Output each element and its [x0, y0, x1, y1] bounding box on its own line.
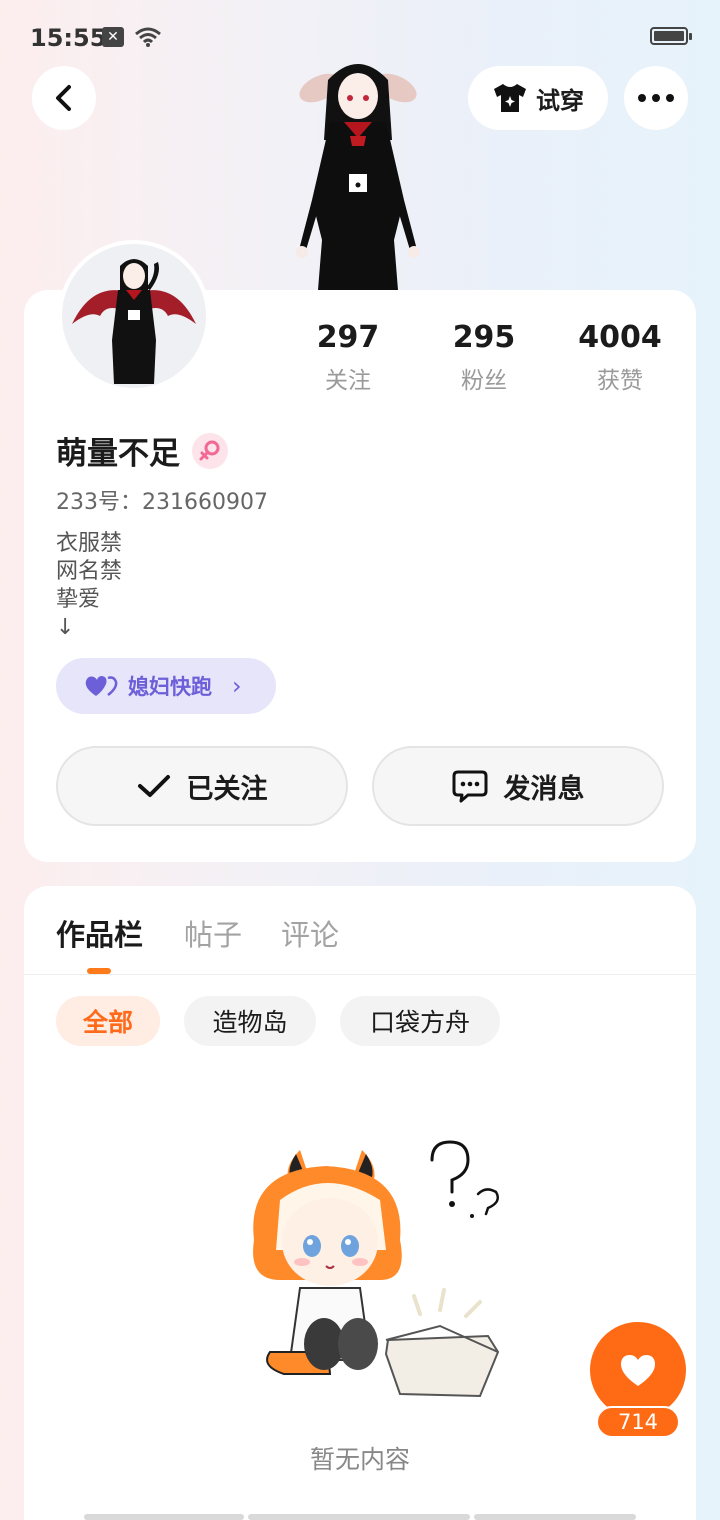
like-count: 714 [596, 1406, 680, 1438]
back-icon [56, 85, 71, 111]
stat-followers[interactable]: 295 粉丝 [429, 320, 539, 395]
chevron-right-icon: › [232, 672, 242, 700]
following-count: 297 [316, 320, 380, 355]
empty-state-text: 暂无内容 [309, 1445, 410, 1474]
send-message-button[interactable]: 发消息 [372, 746, 664, 826]
relationship-label: 媳妇快跑 [128, 675, 212, 699]
more-icon [638, 94, 674, 102]
bio-line: 衣服禁 [56, 531, 123, 556]
list-item-placeholder [248, 1514, 470, 1520]
more-button[interactable] [624, 66, 688, 130]
followers-label: 粉丝 [461, 368, 507, 394]
avatar-image [72, 259, 196, 384]
gender-badge [192, 432, 228, 469]
heart-icon [620, 1355, 656, 1386]
status-icons: ✕ [102, 26, 162, 48]
username: 萌量不足 [56, 436, 180, 472]
stat-likes[interactable]: 4004 获赞 [565, 320, 675, 395]
filter-pocket-ark[interactable]: 口袋方舟 [340, 996, 500, 1046]
list-item-placeholder [474, 1514, 636, 1520]
username-row: 萌量不足 [56, 428, 228, 473]
avatar[interactable] [58, 240, 210, 392]
battery-icon [650, 27, 692, 45]
list-item-placeholder [84, 1514, 244, 1520]
stat-following[interactable]: 297 关注 [293, 320, 403, 395]
followed-button[interactable]: 已关注 [56, 746, 348, 826]
following-label: 关注 [325, 368, 371, 394]
avatar-3d-character[interactable] [278, 50, 438, 290]
try-on-button[interactable]: 试穿 [468, 66, 608, 130]
like-button[interactable] [590, 1322, 686, 1418]
tab-posts[interactable]: 帖子 [184, 912, 242, 954]
chat-icon [452, 770, 487, 803]
empty-state-illustration [253, 1140, 500, 1398]
tab-divider [24, 974, 696, 975]
bio: 衣服禁 网名禁 挚爱 ↓ [56, 530, 122, 642]
status-time: 15:55 [30, 24, 107, 52]
bio-line: 网名禁 [56, 559, 123, 584]
wifi-icon [135, 27, 161, 47]
tab-works[interactable]: 作品栏 [56, 912, 143, 954]
check-icon [137, 775, 170, 797]
likes-label: 获赞 [597, 368, 643, 394]
bio-line: 挚爱 [56, 587, 101, 612]
try-on-label: 试穿 [536, 86, 584, 115]
tab-comments[interactable]: 评论 [281, 912, 339, 954]
bio-line: ↓ [56, 615, 75, 640]
relationship-badge-button[interactable]: 媳妇快跑 › [56, 658, 276, 714]
followed-label: 已关注 [186, 773, 268, 805]
followers-count: 295 [452, 320, 516, 355]
likes-count: 4004 [578, 320, 662, 355]
female-icon [199, 440, 220, 460]
back-button[interactable] [32, 66, 96, 130]
send-message-label: 发消息 [503, 773, 585, 805]
tshirt-icon [494, 84, 526, 112]
couple-heart-icon [85, 676, 118, 696]
filter-all[interactable]: 全部 [56, 996, 160, 1046]
user-id: 233号：231660907 [56, 490, 268, 515]
no-sim-icon: ✕ [102, 27, 124, 47]
filter-creation-island[interactable]: 造物岛 [184, 996, 316, 1046]
